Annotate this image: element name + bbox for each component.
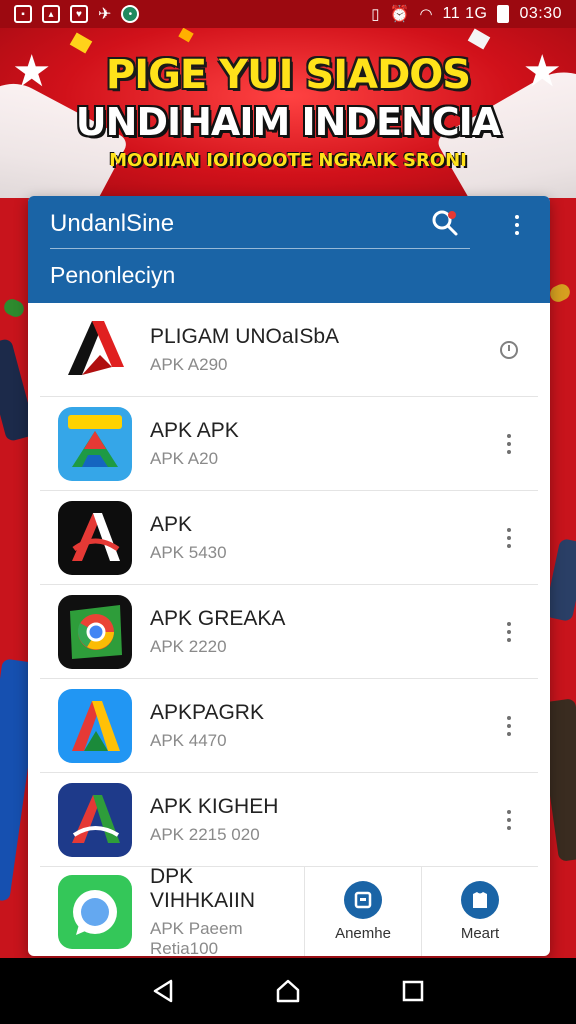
app-list-card: UndanlSine Penonleciyn PLIGAM UNOaISbA A… (28, 196, 550, 956)
action-button-2[interactable]: Meart (422, 867, 538, 957)
card-subtitle: Penonleciyn (50, 262, 176, 288)
status-bar: ▪ ▴ ♥ ✈ • ▯ ⏰ ◠ 11 1G 03:30 (0, 0, 576, 28)
wifi-icon: ✈ (98, 6, 112, 23)
status-left-icons: ▪ ▴ ♥ ✈ • (14, 4, 140, 24)
list-item[interactable]: APK KIGHEH APK 2215 020 (40, 773, 538, 867)
app-name: APK GREAKA (150, 606, 286, 630)
overflow-menu-button[interactable] (502, 208, 532, 242)
app-meta: APK 2215 020 (150, 824, 260, 844)
drive-triangle-logo-icon (58, 406, 132, 481)
clock: 03:30 (519, 5, 562, 22)
app-icon: • (121, 5, 140, 23)
list-item[interactable]: APKPAGRK APK 4470 (40, 679, 538, 773)
promo-banner: ★ ★ PIGE YUI SIADOS UNDIHAIM INDENCIA MO… (0, 28, 576, 198)
leaf-decoration (1, 296, 27, 320)
leaf-decoration (547, 281, 573, 305)
list-item[interactable]: APK APK APK A20 (40, 397, 538, 491)
recents-icon (403, 980, 424, 1002)
confetti-decoration (69, 32, 93, 54)
shield-icon: ♥ (70, 5, 88, 23)
navy-a-logo-icon (58, 782, 132, 857)
list-item[interactable]: APK APK 5430 (40, 491, 538, 585)
list-item[interactable]: DPK VIHHKAIIN APK Paeem Retia100 (40, 864, 305, 957)
chrome-green-logo-icon (58, 594, 132, 669)
app-name: APK APK (150, 418, 239, 442)
more-vert-icon (515, 215, 519, 235)
red-black-a-logo-icon (58, 312, 132, 387)
confetti-decoration (467, 28, 491, 50)
more-vert-icon (507, 716, 511, 736)
app-meta: APK A20 (150, 448, 219, 468)
more-vert-icon (507, 810, 511, 830)
back-button[interactable] (143, 971, 183, 1011)
app-meta: APK A290 (150, 354, 228, 374)
more-button[interactable] (494, 615, 524, 649)
timer-button[interactable] (494, 333, 524, 367)
whatsapp-style-logo-icon (58, 874, 132, 949)
list-item[interactable]: APK GREAKA APK 2220 (40, 585, 538, 679)
grid-icon (344, 881, 382, 919)
search-button[interactable] (420, 208, 470, 238)
list-item[interactable]: PLIGAM UNOaISbA APK A290 (40, 303, 538, 397)
more-vert-icon (507, 434, 511, 454)
more-button[interactable] (494, 803, 524, 837)
action-button-1-label: Anemhe (335, 925, 391, 942)
blue-a-logo-icon (58, 688, 132, 763)
card-header: UndanlSine Penonleciyn (28, 196, 550, 303)
app-meta: APK 4470 (150, 730, 227, 750)
confetti-decoration (178, 28, 194, 43)
search-underline (50, 248, 470, 249)
app-name: DPK VIHHKAIIN (150, 864, 256, 912)
status-right-icons: ▯ ⏰ ◠ 11 1G 03:30 (371, 4, 562, 24)
shirt-icon (461, 881, 499, 919)
battery-icon (497, 5, 510, 23)
more-button[interactable] (494, 427, 524, 461)
vibrate-icon: ▯ (371, 6, 380, 23)
app-meta: APK 2220 (150, 636, 227, 656)
app-name: APKPAGRK (150, 700, 264, 724)
wifi-signal-icon: ◠ (419, 6, 433, 23)
action-button-2-label: Meart (460, 925, 500, 942)
alarm-icon: ⏰ (389, 6, 410, 23)
home-button[interactable] (268, 971, 308, 1011)
signal-text: 11 1G (442, 5, 488, 22)
back-icon (153, 979, 172, 1003)
app-name: APK (150, 512, 193, 536)
home-icon (276, 979, 300, 1003)
app-list: PLIGAM UNOaISbA APK A290 APK APK APK A20 (40, 303, 538, 867)
more-vert-icon (507, 622, 511, 642)
screenshot-icon: ▪ (14, 5, 32, 23)
app-meta: APK Paeem Retia100 (150, 918, 243, 957)
app-name: PLIGAM UNOaISbA (150, 324, 340, 348)
banner-tagline: MOOIIAN IOIIOOOTE NGRAIK SRONI (109, 150, 467, 171)
more-button[interactable] (494, 521, 524, 555)
image-icon: ▴ (42, 5, 60, 23)
app-meta: APK 5430 (150, 542, 227, 562)
action-button-1[interactable]: Anemhe (305, 866, 422, 956)
recents-button[interactable] (393, 971, 433, 1011)
system-navigation-bar (0, 958, 576, 1024)
banner-subheadline: UNDIHAIM INDENCIA (75, 100, 501, 144)
page-title: UndanlSine (50, 210, 175, 237)
more-vert-icon (507, 528, 511, 548)
bottom-action-row: DPK VIHHKAIIN APK Paeem Retia100 Anemhe … (40, 864, 538, 957)
more-button[interactable] (494, 709, 524, 743)
black-red-a-logo-icon (58, 500, 132, 575)
timer-icon (500, 341, 518, 359)
banner-headline: PIGE YUI SIADOS (105, 52, 471, 98)
app-name: APK KIGHEH (150, 794, 279, 818)
search-icon (432, 210, 458, 236)
